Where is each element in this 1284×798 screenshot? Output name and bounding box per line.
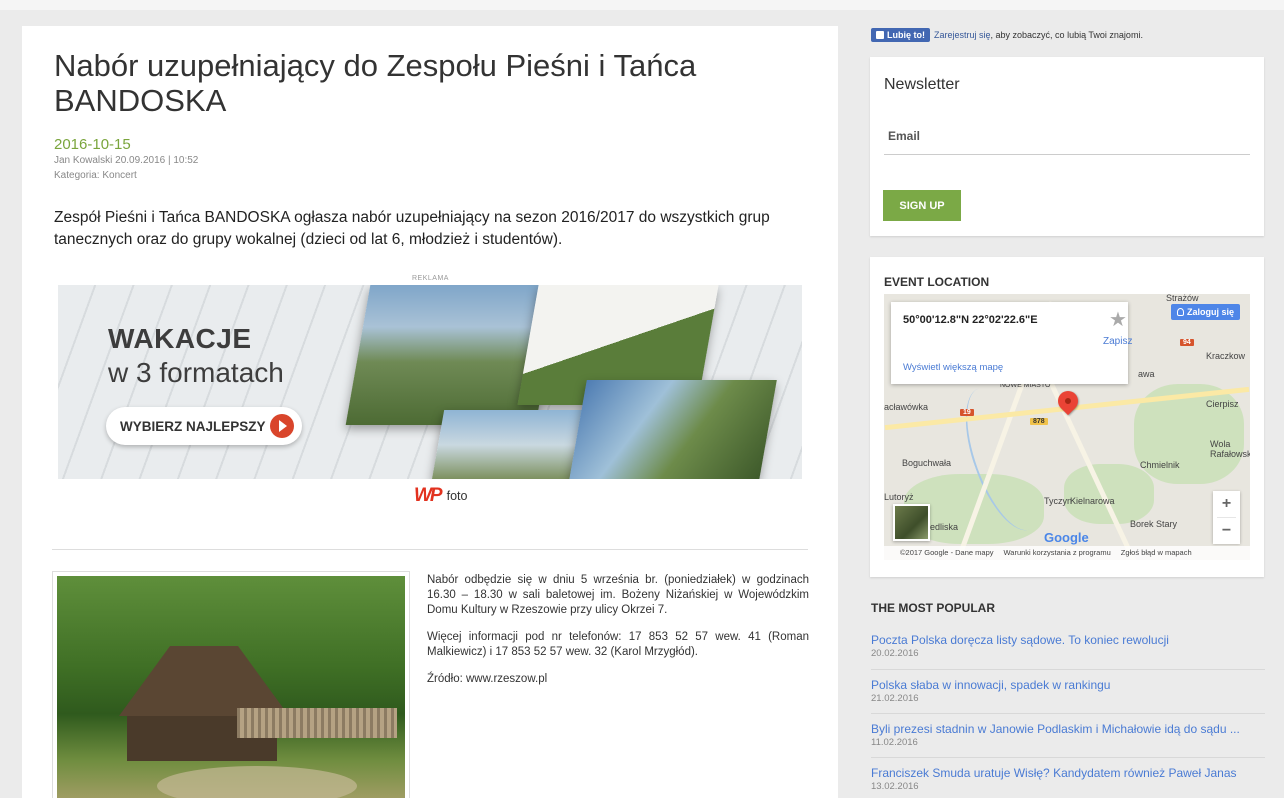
facebook-like-button[interactable]: Lubię to! (871, 28, 930, 42)
wp-foto-logo[interactable]: WP foto (414, 485, 467, 507)
play-arrow-icon (270, 414, 294, 438)
article-paragraph: Więcej informacji pod nr telefonów: 17 8… (427, 631, 809, 658)
article-photo (52, 571, 410, 798)
newsletter-email-label: Email (888, 129, 921, 143)
google-logo: Google (1044, 530, 1089, 545)
event-location-title: EVENT LOCATION (884, 275, 990, 289)
sign-up-button[interactable]: SIGN UP (883, 190, 961, 221)
top-bar (0, 0, 1284, 10)
list-item: Polska słaba w innowacji, spadek w ranki… (871, 670, 1265, 714)
banner-headline: WAKACJE (108, 323, 252, 354)
photobook-image (569, 380, 777, 479)
map-login-button[interactable]: Zaloguj się (1170, 304, 1240, 320)
article-paragraph: Źródło: www.rzeszow.pl (427, 673, 548, 685)
map-coordinates: 50°00'12.8"N 22°02'22.6"E (903, 314, 1038, 326)
zoom-out-button[interactable]: − (1213, 518, 1240, 544)
article-title: Nabór uzupełniający do Zespołu Pieśni i … (54, 48, 697, 118)
popular-article-link[interactable]: Polska słaba w innowacji, spadek w ranki… (871, 678, 1256, 692)
star-icon[interactable]: ★ (1109, 310, 1127, 330)
article-lead: Zespół Pieśni i Tańca BANDOSKA ogłasza n… (54, 209, 770, 248)
map-place-label: awa (1138, 369, 1155, 379)
article-body: Nabór odbędzie się w dniu 5 września br.… (427, 573, 809, 699)
map-place-label: iedliska (928, 522, 959, 532)
thumbs-up-icon (876, 31, 884, 39)
map-place-label: Boguchwała (902, 458, 952, 468)
map-place-label: Tyczyn (1044, 496, 1073, 506)
map-place-label: Borek Stary (1130, 519, 1178, 529)
newsletter-card: Newsletter Email SIGN UP (870, 57, 1264, 236)
most-popular-title: THE MOST POPULAR (871, 601, 996, 615)
list-item: Poczta Polska doręcza listy sądowe. To k… (871, 626, 1265, 670)
person-icon (1176, 308, 1184, 316)
map-place-label: Strażów (1166, 294, 1199, 303)
map-save-link[interactable]: Zapisz (1103, 336, 1132, 347)
map-report-link[interactable]: Zgłoś błąd w mapach (1121, 548, 1192, 558)
zoom-in-button[interactable]: + (1213, 491, 1240, 517)
ad-label: REKLAMA (412, 275, 449, 282)
map-info-popup: 50°00'12.8"N 22°02'22.6"E ★ Zapisz Wyświ… (891, 302, 1132, 384)
banner-subline: w 3 formatach (108, 357, 284, 388)
banner-cta-button[interactable]: WYBIERZ NAJLEPSZY (106, 407, 302, 445)
road-number-badge: 19 (960, 409, 974, 416)
road-number-badge: 878 (1030, 418, 1048, 425)
ad-banner[interactable]: WAKACJE w 3 formatach WYBIERZ NAJLEPSZY (58, 285, 802, 479)
map-zoom-control: + − (1213, 491, 1240, 544)
popular-article-date: 21.02.2016 (871, 693, 919, 704)
photobook-image (431, 410, 595, 479)
road-number-badge: 94 (1180, 339, 1194, 346)
satellite-view-toggle[interactable] (893, 504, 930, 541)
map-place-label: Kielnarowa (1070, 496, 1115, 506)
map-place-label: Chmielnik (1140, 460, 1180, 470)
popular-article-date: 13.02.2016 (871, 781, 919, 792)
popular-article-date: 20.02.2016 (871, 648, 919, 659)
map-terms-link[interactable]: Warunki korzystania z programu (1004, 548, 1111, 558)
most-popular-list: Poczta Polska doręcza listy sądowe. To k… (871, 626, 1265, 798)
divider (52, 549, 808, 550)
article-category: Kategoria: Koncert (54, 170, 137, 181)
list-item: Franciszek Smuda uratuje Wisłę? Kandydat… (871, 758, 1265, 798)
map-place-label: acławówka (884, 402, 929, 412)
popular-article-link[interactable]: Franciszek Smuda uratuje Wisłę? Kandydat… (871, 766, 1256, 780)
google-map[interactable]: Strażów Kraczkow Cierpisz Wola Rafałowsk… (884, 294, 1250, 560)
facebook-register-link[interactable]: Zarejestruj się (934, 30, 991, 40)
list-item: Byli prezesi stadnin w Janowie Podlaskim… (871, 714, 1265, 758)
popular-article-link[interactable]: Poczta Polska doręcza listy sądowe. To k… (871, 633, 1256, 647)
larger-map-link[interactable]: Wyświetl większą mapę (903, 362, 1003, 373)
map-place-label: Wola Rafałowska (1210, 439, 1250, 459)
article-card: Nabór uzupełniający do Zespołu Pieśni i … (22, 26, 838, 798)
article-date: 2016-10-15 (54, 136, 131, 153)
event-location-card: EVENT LOCATION Strażów Kraczkow Cierpisz… (870, 257, 1264, 577)
newsletter-title: Newsletter (884, 76, 960, 93)
map-place-label: Kraczkow (1206, 351, 1246, 361)
facebook-like-widget: Lubię to! Zarejestruj się, aby zobaczyć,… (871, 28, 1143, 42)
banner-cta-label: WYBIERZ NAJLEPSZY (120, 418, 266, 434)
article-paragraph: Nabór odbędzie się w dniu 5 września br.… (427, 574, 809, 616)
newsletter-email-input[interactable] (884, 121, 1250, 155)
popular-article-link[interactable]: Byli prezesi stadnin w Janowie Podlaskim… (871, 722, 1256, 736)
article-author: Jan Kowalski 20.09.2016 | 10:52 (54, 155, 199, 166)
map-attribution: ©2017 Google - Dane mapy Warunki korzyst… (884, 546, 1250, 560)
map-place-label: Lutoryż (884, 492, 914, 502)
wp-logo-text: foto (446, 489, 468, 503)
wp-logo-mark: WP (414, 485, 443, 506)
map-place-label: Cierpisz (1206, 399, 1239, 409)
popular-article-date: 11.02.2016 (871, 737, 918, 748)
